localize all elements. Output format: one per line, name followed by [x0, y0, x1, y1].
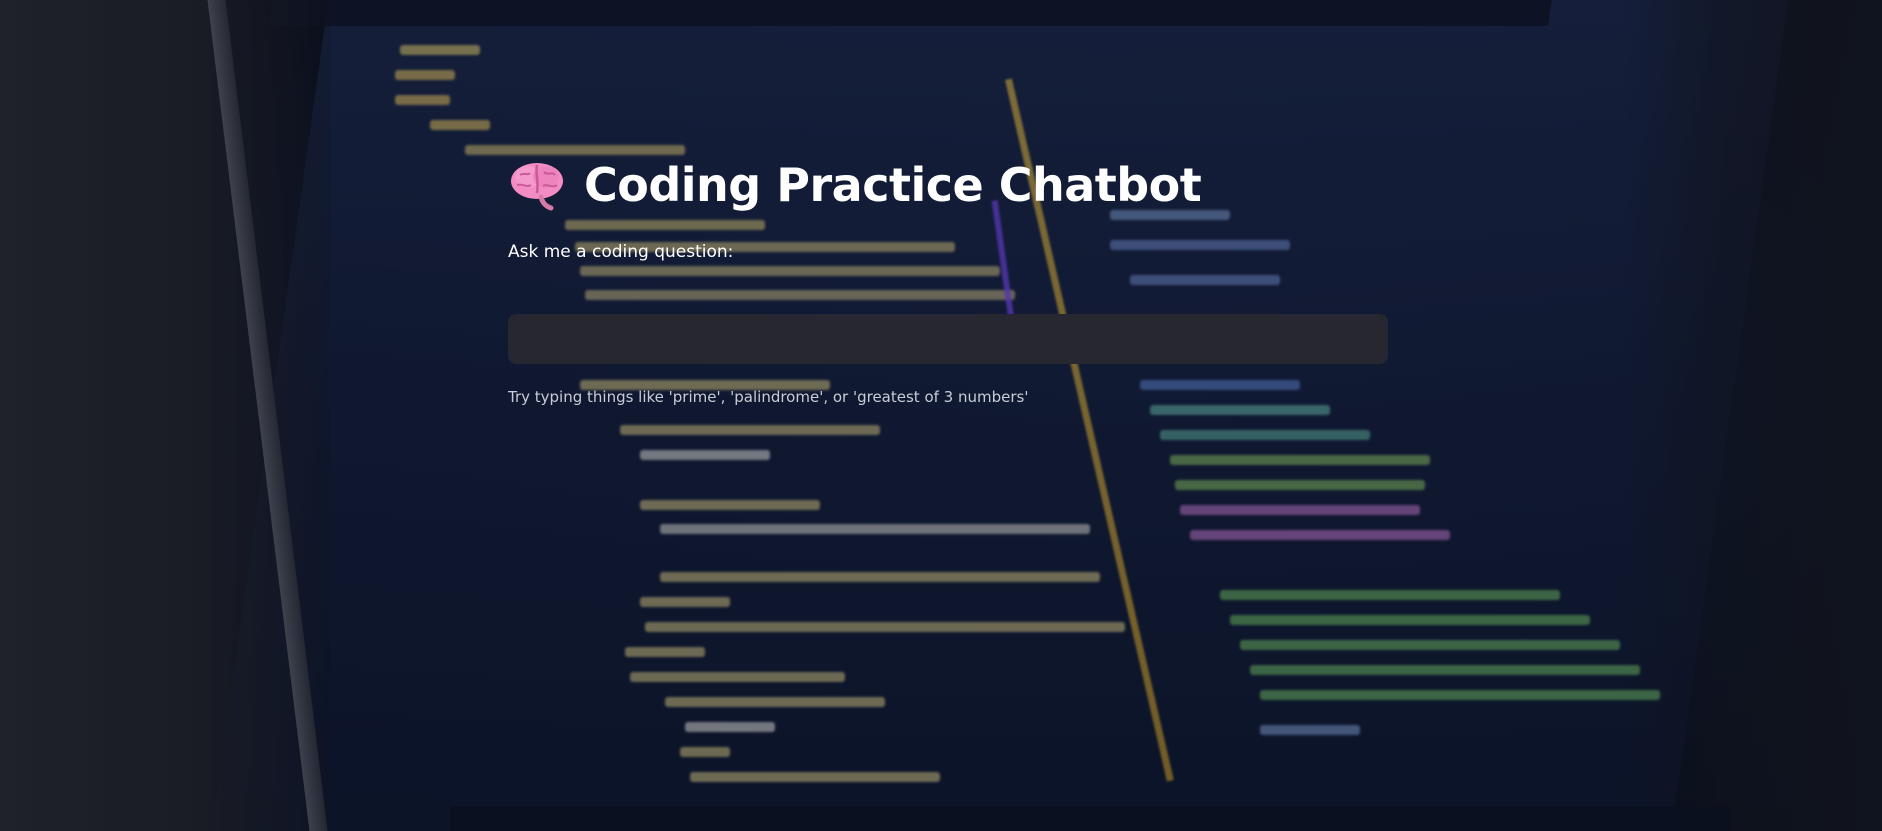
page-title: Coding Practice Chatbot: [584, 158, 1202, 212]
question-input[interactable]: [508, 314, 1388, 364]
page-header: Coding Practice Chatbot: [508, 150, 1388, 220]
chatbot-app: Coding Practice Chatbot Ask me a coding …: [508, 150, 1388, 406]
background-overlay: [0, 0, 1882, 831]
brain-icon: [508, 159, 566, 211]
question-input-label: Ask me a coding question:: [508, 242, 734, 262]
input-hint-text: Try typing things like 'prime', 'palindr…: [508, 388, 1029, 406]
